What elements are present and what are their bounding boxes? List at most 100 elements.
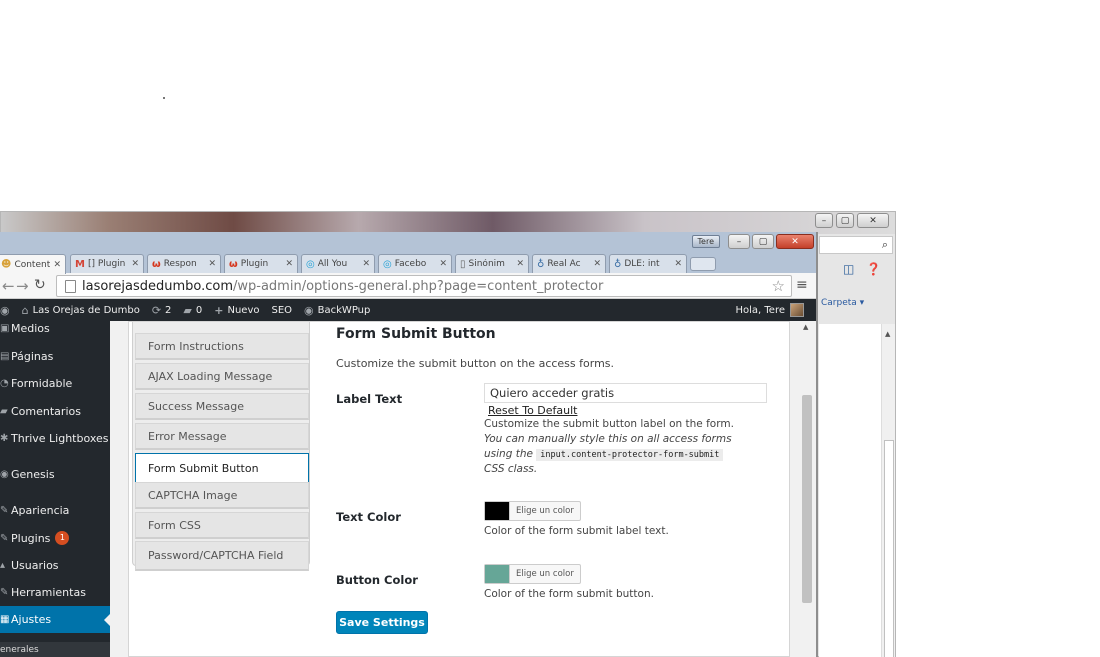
sidebar-item-herramientas[interactable]: ✎ Herramientas (0, 581, 110, 603)
updates-link[interactable]: ⟳ 2 (146, 304, 178, 317)
browser-tab[interactable]: ☻ Content ✕ (0, 254, 66, 274)
text-color-picker-button[interactable]: Elige un color (509, 502, 580, 520)
tab-ajax-loading-message[interactable]: AJAX Loading Message (135, 363, 309, 390)
close-tab-icon[interactable]: ✕ (208, 259, 216, 269)
profile-badge[interactable]: Tere (691, 235, 720, 248)
backwpup-link[interactable]: ◉ BackWPup (298, 304, 376, 317)
sidebar-item-thrive-lightboxes[interactable]: ✱ Thrive Lightboxes (0, 427, 110, 449)
sidebar-item-apariencia[interactable]: ✎ Apariencia (0, 499, 110, 521)
avatar (790, 303, 804, 317)
pages-icon: ▤ (0, 350, 10, 362)
account-menu[interactable]: Hola, Tere (735, 299, 804, 321)
sidebar-item-ajustes[interactable]: ▦ Ajustes (0, 606, 110, 633)
close-tab-icon[interactable]: ✕ (674, 259, 682, 269)
layout-icon[interactable]: ◫ (843, 262, 854, 276)
text-color-help: Color of the form submit label text. (484, 525, 669, 537)
close-tab-icon[interactable]: ✕ (439, 259, 447, 269)
close-tab-icon[interactable]: ✕ (362, 259, 370, 269)
tab-form-submit-button[interactable]: Form Submit Button (135, 453, 309, 483)
sidebar-item-comentarios[interactable]: ▰ Comentarios (0, 400, 110, 422)
browser-window-controls: Tere – ▢ ✕ (691, 234, 814, 249)
browser-tab[interactable]: ♁ Real Ac ✕ (532, 254, 606, 273)
label-text-input[interactable] (484, 383, 767, 403)
browser-tab[interactable]: ѡ Respon ✕ (147, 254, 221, 273)
menu-icon[interactable]: ≡ (796, 277, 808, 293)
reload-icon[interactable]: ↻ (34, 277, 46, 293)
browser-tab[interactable]: ▯ Sinónim ✕ (455, 254, 529, 273)
browser-tab[interactable]: ◎ Facebo ✕ (378, 254, 452, 273)
content-scrollbar[interactable]: ▲ (800, 321, 814, 657)
seo-link[interactable]: SEO (266, 305, 299, 316)
search-icon[interactable]: ⌕ (882, 238, 888, 252)
browser-tab[interactable]: ѡ Plugin ✕ (224, 254, 298, 273)
browser-tab[interactable]: M [] Plugin ✕ (70, 254, 144, 273)
tab-strip: ☻ Content ✕ M [] Plugin ✕ ѡ Respon ✕ ѡ P… (0, 252, 816, 274)
background-scrollbar[interactable]: ▲ (881, 324, 895, 657)
background-window-titlebar: – ▢ ✕ (1, 212, 895, 234)
bookmark-star-icon[interactable]: ☆ (772, 277, 785, 295)
sidebar-item-genesis[interactable]: ◉ Genesis (0, 463, 110, 485)
gmail-icon: M (75, 258, 85, 270)
tab-captcha-image[interactable]: CAPTCHA Image (135, 482, 309, 509)
close-tab-icon[interactable]: ✕ (516, 259, 524, 269)
help-icon[interactable]: ❓ (866, 262, 881, 276)
maximize-icon[interactable]: ▢ (836, 213, 854, 228)
sidebar-subitem-generales[interactable]: enerales (0, 642, 110, 657)
url-host: lasorejasdedumbo.com (82, 278, 233, 294)
stray-dot (163, 97, 165, 99)
wp-admin-sidebar: ▣ Medios ▤ Páginas ◔ Formidable ▰ Comentario… (0, 321, 110, 657)
tab-error-message[interactable]: Error Message (135, 423, 309, 450)
appearance-icon: ✎ (0, 504, 9, 516)
close-icon[interactable]: ✕ (857, 213, 889, 228)
background-scrollbar-thumb[interactable] (884, 440, 894, 657)
background-content-panel (819, 324, 881, 657)
back-arrow-icon[interactable]: ← (2, 277, 15, 295)
sidebar-item-medios[interactable]: ▣ Medios (0, 317, 110, 339)
sidebar-item-formidable[interactable]: ◔ Formidable (0, 372, 110, 394)
maximize-icon[interactable]: ▢ (752, 234, 774, 249)
scroll-up-icon[interactable]: ▲ (803, 323, 808, 331)
text-color-swatch[interactable] (485, 502, 509, 520)
close-tab-icon[interactable]: ✕ (53, 260, 61, 270)
address-bar[interactable]: lasorejasdedumbo.com/wp-admin/options-ge… (56, 275, 792, 297)
background-search-field[interactable]: ⌕ (819, 236, 893, 254)
tab-success-message[interactable]: Success Message (135, 393, 309, 420)
minimize-icon[interactable]: – (815, 213, 833, 228)
save-settings-button[interactable]: Save Settings (336, 611, 428, 634)
close-tab-icon[interactable]: ✕ (593, 259, 601, 269)
close-icon[interactable]: ✕ (776, 234, 814, 249)
comments-icon: ▰ (0, 405, 8, 417)
label-text-help-1: Customize the submit button label on the… (484, 418, 734, 430)
new-tab-button[interactable] (690, 257, 716, 271)
sidebar-item-usuarios[interactable]: ▴ Usuarios (0, 554, 110, 576)
close-tab-icon[interactable]: ✕ (285, 259, 293, 269)
tab-form-css[interactable]: Form CSS (135, 512, 309, 539)
button-color-label: Button Color (336, 573, 418, 587)
button-color-swatch[interactable] (485, 565, 509, 583)
scroll-up-icon[interactable]: ▲ (885, 330, 890, 338)
button-color-picker[interactable]: Elige un color (484, 564, 581, 584)
content-scrollbar-thumb[interactable] (802, 395, 812, 603)
tab-password-captcha-field[interactable]: Password/CAPTCHA Field (135, 541, 309, 571)
button-color-picker-button[interactable]: Elige un color (509, 565, 580, 583)
site-name-link[interactable]: ⌂ Las Orejas de Dumbo (16, 304, 146, 317)
text-color-picker[interactable]: Elige un color (484, 501, 581, 521)
forward-arrow-icon[interactable]: → (16, 277, 29, 295)
browser-tab[interactable]: ◎ All You ✕ (301, 254, 375, 273)
wordpress-logo-icon[interactable]: ◉ (0, 304, 16, 317)
tab-form-instructions[interactable]: Form Instructions (135, 333, 309, 360)
genesis-icon: ◉ (0, 468, 9, 480)
comments-link[interactable]: ▰ 0 (177, 304, 208, 317)
carpeta-menu[interactable]: Carpeta ▾ (821, 298, 864, 308)
sidebar-item-plugins[interactable]: ✎ Plugins 1 (0, 527, 110, 549)
new-content-link[interactable]: + Nuevo (208, 304, 265, 317)
close-tab-icon[interactable]: ✕ (131, 259, 139, 269)
image-site-icon: ♁ (537, 258, 545, 270)
minimize-icon[interactable]: – (728, 234, 750, 249)
reset-to-default-link[interactable]: Reset To Default (488, 404, 578, 417)
sidebar-item-paginas[interactable]: ▤ Páginas (0, 345, 110, 367)
browser-tab[interactable]: ♁ DLE: int ✕ (609, 254, 687, 273)
text-color-label: Text Color (336, 510, 401, 524)
plugins-update-badge: 1 (55, 531, 70, 545)
wordpress-icon: ☻ (1, 259, 12, 270)
